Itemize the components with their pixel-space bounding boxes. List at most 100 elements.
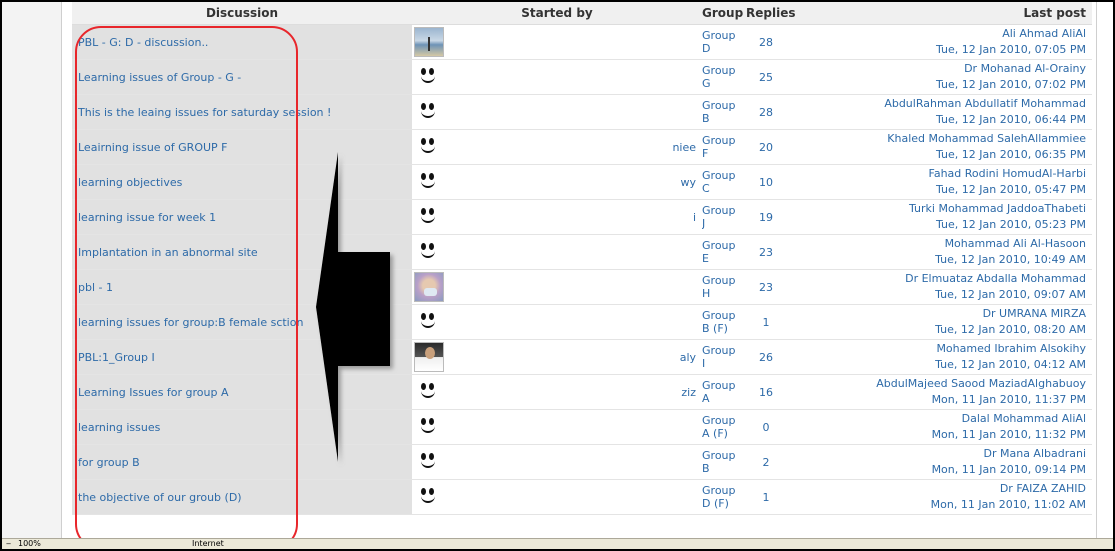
replies-count[interactable]: 23 — [740, 269, 793, 305]
last-post-date[interactable]: Mon, 11 Jan 2010, 11:37 PM — [798, 392, 1086, 408]
started-by-cell[interactable] — [450, 94, 703, 130]
last-post-author[interactable]: Turki Mohammad JaddoaThabeti — [798, 201, 1086, 217]
last-post-date[interactable]: Tue, 12 Jan 2010, 04:12 AM — [798, 357, 1086, 373]
group-cell[interactable]: Group D (F) — [702, 479, 741, 515]
discussion-link[interactable]: This is the leaing issues for saturday s… — [78, 106, 331, 119]
header-replies[interactable]: Replies — [740, 2, 796, 25]
started-by-cell[interactable]: aly — [450, 339, 703, 375]
last-post-author[interactable]: Mohamed Ibrahim Alsokihy — [798, 341, 1086, 357]
started-by-cell[interactable]: wy — [450, 164, 703, 200]
replies-count[interactable]: 1 — [740, 304, 793, 340]
last-post-author[interactable]: AbdulMajeed Saood MaziadAlghabuoy — [798, 376, 1086, 392]
discussion-link[interactable]: learning objectives — [78, 176, 182, 189]
group-cell[interactable]: Group J — [702, 199, 741, 235]
started-by-cell[interactable] — [450, 479, 703, 515]
last-post-author[interactable]: Dalal Mohammad AliAl — [798, 411, 1086, 427]
replies-count[interactable]: 26 — [740, 339, 793, 375]
smiley-avatar-icon[interactable] — [414, 447, 444, 477]
started-by-cell[interactable] — [450, 304, 703, 340]
user-photo-avatar[interactable] — [414, 272, 444, 302]
replies-count[interactable]: 28 — [740, 24, 793, 60]
group-cell[interactable]: Group D — [702, 24, 741, 60]
group-cell[interactable]: Group E — [702, 234, 741, 270]
started-by-cell[interactable] — [450, 444, 703, 480]
discussion-link[interactable]: pbl - 1 — [78, 281, 113, 294]
group-cell[interactable]: Group A — [702, 374, 741, 410]
discussion-link[interactable]: PBL:1_Group I — [78, 351, 155, 364]
last-post-date[interactable]: Tue, 12 Jan 2010, 08:20 AM — [798, 322, 1086, 338]
smiley-avatar-icon[interactable] — [414, 132, 444, 162]
last-post-date[interactable]: Tue, 12 Jan 2010, 07:02 PM — [798, 77, 1086, 93]
group-cell[interactable]: Group F — [702, 129, 741, 165]
last-post-date[interactable]: Mon, 11 Jan 2010, 09:14 PM — [798, 462, 1086, 478]
smiley-avatar-icon[interactable] — [414, 377, 444, 407]
replies-count[interactable]: 16 — [740, 374, 793, 410]
discussion-link[interactable]: the objective of our groub (D) — [78, 491, 242, 504]
smiley-avatar-icon[interactable] — [414, 167, 444, 197]
group-cell[interactable]: Group I — [702, 339, 741, 375]
started-by-cell[interactable] — [450, 24, 703, 60]
header-started-by[interactable]: Started by — [412, 2, 703, 25]
last-post-author[interactable]: Mohammad Ali Al-Hasoon — [798, 236, 1086, 252]
smiley-avatar-icon[interactable] — [414, 412, 444, 442]
last-post-date[interactable]: Tue, 12 Jan 2010, 05:23 PM — [798, 217, 1086, 233]
replies-count[interactable]: 19 — [740, 199, 793, 235]
started-by-cell[interactable]: ziz — [450, 374, 703, 410]
last-post-date[interactable]: Tue, 12 Jan 2010, 06:35 PM — [798, 147, 1086, 163]
group-cell[interactable]: Group A (F) — [702, 409, 741, 445]
last-post-author[interactable]: Dr Mana Albadrani — [798, 446, 1087, 462]
replies-count[interactable]: 20 — [740, 129, 793, 165]
last-post-author[interactable]: Ali Ahmad AliAl — [798, 26, 1086, 42]
group-cell[interactable]: Group C — [702, 164, 741, 200]
user-photo-avatar[interactable] — [414, 342, 444, 372]
zoom-minus-icon[interactable]: ‒ — [6, 539, 11, 549]
replies-count[interactable]: 23 — [740, 234, 793, 270]
last-post-author[interactable]: Fahad Rodini HomudAl-Harbi — [798, 166, 1087, 182]
smiley-avatar-icon[interactable] — [414, 307, 444, 337]
discussion-link[interactable]: Learning Issues for group A — [78, 386, 229, 399]
discussion-link[interactable]: Leairning issue of GROUP F — [78, 141, 228, 154]
last-post-author[interactable]: Dr FAIZA ZAHID — [798, 481, 1086, 497]
replies-count[interactable]: 25 — [740, 59, 793, 95]
header-discussion[interactable]: Discussion — [72, 2, 412, 25]
smiley-avatar-icon[interactable] — [414, 482, 444, 512]
smiley-avatar-icon[interactable] — [414, 202, 444, 232]
started-by-cell[interactable] — [450, 59, 703, 95]
discussion-link[interactable]: for group B — [78, 456, 140, 469]
last-post-author[interactable]: AbdulRahman Abdullatif Mohammad — [798, 96, 1086, 112]
group-cell[interactable]: Group B (F) — [702, 304, 741, 340]
last-post-date[interactable]: Mon, 11 Jan 2010, 11:02 AM — [798, 497, 1086, 513]
last-post-author[interactable]: Dr Mohanad Al-Orainy — [798, 61, 1086, 77]
group-cell[interactable]: Group B — [702, 94, 741, 130]
last-post-date[interactable]: Tue, 12 Jan 2010, 10:49 AM — [798, 252, 1086, 268]
smiley-avatar-icon[interactable] — [414, 62, 444, 92]
discussion-link[interactable]: learning issues — [78, 421, 160, 434]
discussion-link[interactable]: learning issues for group:B female sctio… — [78, 316, 303, 329]
smiley-avatar-icon[interactable] — [414, 97, 444, 127]
user-photo-avatar[interactable] — [414, 27, 444, 57]
discussion-link[interactable]: learning issue for week 1 — [78, 211, 216, 224]
group-cell[interactable]: Group B — [702, 444, 741, 480]
last-post-date[interactable]: Mon, 11 Jan 2010, 11:32 PM — [798, 427, 1086, 443]
replies-count[interactable]: 2 — [740, 444, 793, 480]
last-post-author[interactable]: Dr UMRANA MIRZA — [798, 306, 1086, 322]
replies-count[interactable]: 10 — [740, 164, 793, 200]
discussion-link[interactable]: PBL - G: D - discussion.. — [78, 36, 208, 49]
last-post-date[interactable]: Tue, 12 Jan 2010, 06:44 PM — [798, 112, 1086, 128]
header-last-post[interactable]: Last post — [792, 2, 1093, 25]
zoom-level[interactable]: 100% — [18, 539, 41, 549]
started-by-cell[interactable]: i — [450, 199, 703, 235]
last-post-date[interactable]: Tue, 12 Jan 2010, 09:07 AM — [798, 287, 1086, 303]
last-post-date[interactable]: Tue, 12 Jan 2010, 05:47 PM — [798, 182, 1086, 198]
started-by-cell[interactable] — [450, 269, 703, 305]
replies-count[interactable]: 28 — [740, 94, 793, 130]
group-cell[interactable]: Group H — [702, 269, 741, 305]
discussion-link[interactable]: Learning issues of Group - G - — [78, 71, 241, 84]
group-cell[interactable]: Group G — [702, 59, 741, 95]
last-post-author[interactable]: Khaled Mohammad SalehAllammiee — [798, 131, 1086, 147]
last-post-author[interactable]: Dr Elmuataz Abdalla Mohammad — [798, 271, 1086, 287]
started-by-cell[interactable] — [450, 234, 703, 270]
header-group[interactable]: Group — [702, 2, 743, 25]
replies-count[interactable]: 1 — [740, 479, 793, 515]
replies-count[interactable]: 0 — [740, 409, 793, 445]
